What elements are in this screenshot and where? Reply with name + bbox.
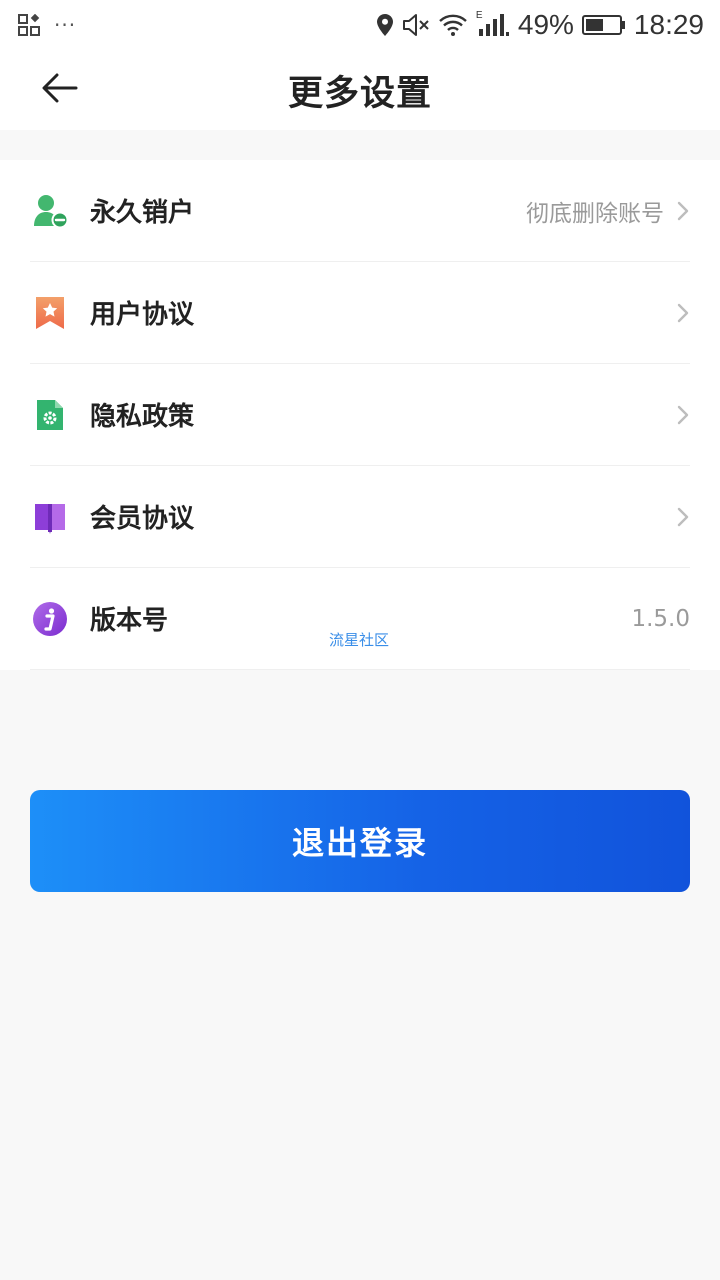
wifi-icon	[439, 14, 467, 36]
chevron-right-icon	[677, 201, 689, 220]
setting-right	[664, 404, 690, 426]
version-value: 1.5.0	[631, 605, 690, 632]
status-bar: ··· E 49% 18:29	[0, 0, 720, 50]
setting-row-user-agreement[interactable]: 用户协议	[30, 262, 690, 364]
signal-icon: E	[476, 10, 510, 38]
gear-document-icon	[30, 395, 70, 435]
user-remove-icon	[30, 191, 70, 231]
status-left: ···	[18, 13, 76, 37]
chevron-right-icon	[677, 507, 689, 526]
setting-value: 彻底删除账号	[526, 200, 664, 227]
setting-right	[664, 302, 690, 324]
setting-row-version: 版本号 1.5.0	[30, 568, 690, 670]
back-button[interactable]	[36, 66, 84, 110]
page-title: 更多设置	[287, 73, 432, 114]
setting-row-privacy-policy[interactable]: 隐私政策	[30, 364, 690, 466]
setting-label: 用户协议	[90, 300, 195, 330]
info-icon	[30, 599, 70, 639]
chevron-right-icon	[677, 405, 689, 424]
setting-right: 1.5.0	[631, 606, 690, 632]
star-bookmark-icon	[30, 293, 70, 333]
setting-right: 彻底删除账号	[526, 194, 690, 228]
mute-icon	[402, 14, 429, 36]
battery-icon	[581, 15, 625, 35]
battery-percent: 49%	[517, 9, 574, 40]
chevron-right-icon	[677, 303, 689, 322]
setting-label: 会员协议	[90, 504, 195, 534]
status-time: 18:29	[633, 9, 704, 40]
location-icon	[376, 14, 393, 36]
setting-row-delete-account[interactable]: 永久销户 彻底删除账号	[30, 160, 690, 262]
status-right: E 49% 18:29	[368, 9, 704, 41]
logout-button[interactable]: 退出登录	[30, 790, 690, 892]
setting-right	[664, 506, 690, 528]
settings-list: 永久销户 彻底删除账号 用户协议 隐私政策 会员协议 版本号 1.5.0	[0, 160, 720, 670]
watermark-text: 流星社区	[329, 631, 390, 649]
setting-label: 永久销户	[90, 198, 195, 228]
setting-row-membership-agreement[interactable]: 会员协议	[30, 466, 690, 568]
setting-label: 隐私政策	[90, 402, 195, 432]
setting-label: 版本号	[90, 606, 169, 636]
book-icon	[30, 497, 70, 537]
status-more-dots: ···	[54, 13, 77, 37]
header-bar: 更多设置	[0, 50, 720, 130]
app-grid-icon	[18, 14, 40, 36]
arrow-left-icon	[42, 73, 78, 103]
